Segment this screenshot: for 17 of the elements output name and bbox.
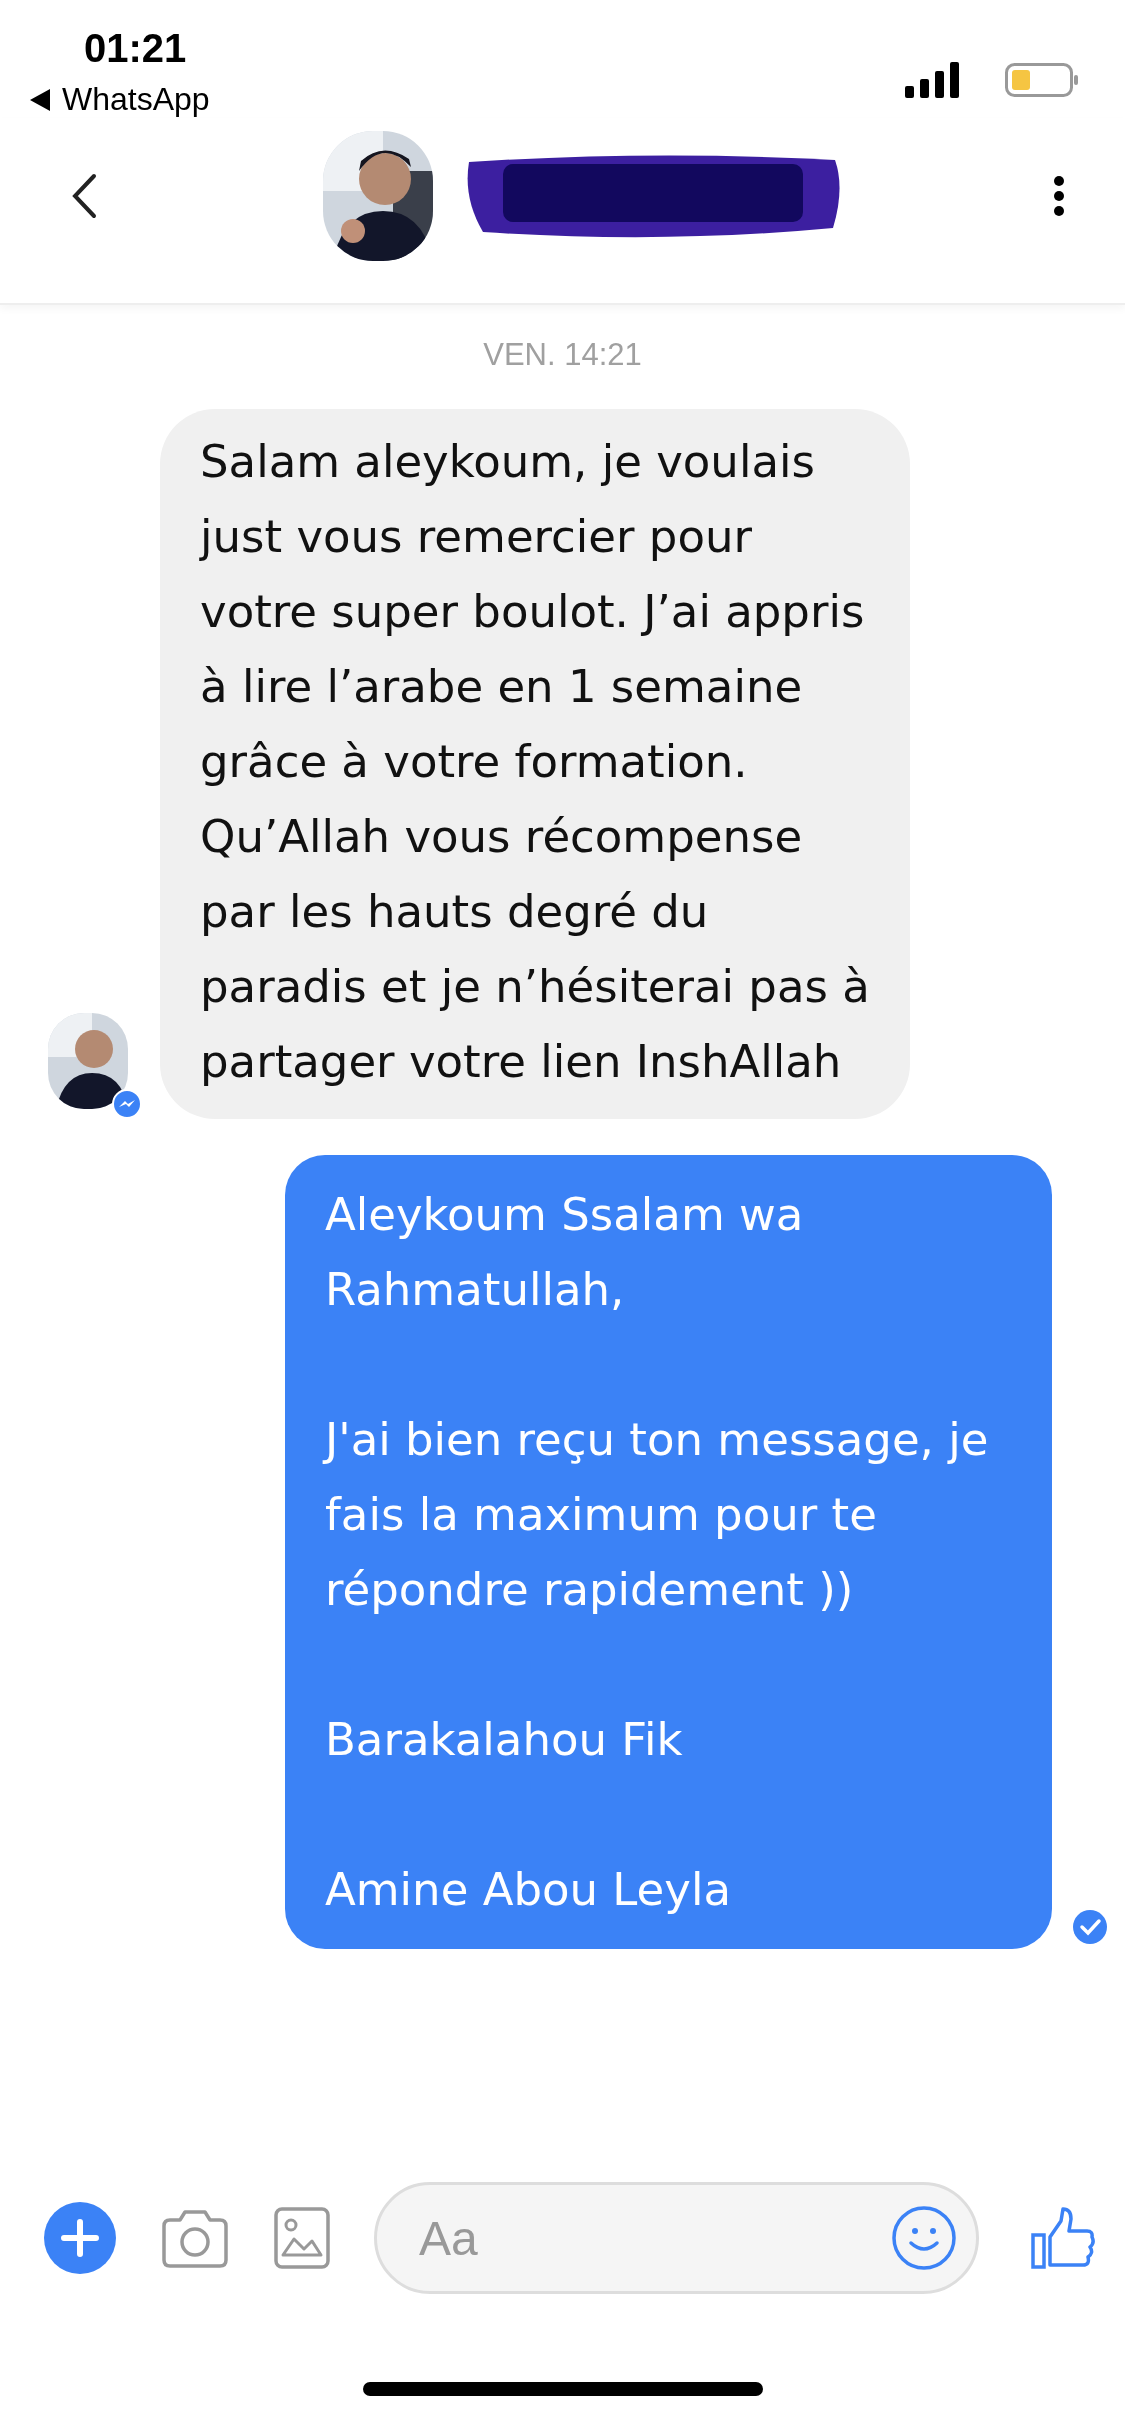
outgoing-message: Aleykoum Ssalam wa Rahmatullah, J'ai bien reçu ton message, je fais la maximum pour te répondre rapidement )) Barakalahou Fik Amine Abou Leyla [285,1155,1052,1949]
back-to-app-link[interactable]: WhatsApp [62,81,210,118]
more-options-icon[interactable] [1053,175,1065,216]
messenger-badge-icon [112,1089,142,1119]
message-input[interactable]: Aa [374,2182,979,2294]
emoji-icon[interactable] [891,2205,957,2271]
incoming-message: Salam aleykoum, je voulais just vous remercier pour votre super boulot. J’ai appris à lire l’arabe en 1 semaine grâce à votre formation. Qu’Allah vous récompense par les hauts degré du paradis et je n’hésiterai pas à partager votre lien InshAllah [160,409,910,1119]
add-icon[interactable] [44,2202,116,2274]
status-time: 01:21 [84,26,187,71]
day-timestamp: VEN. 14:21 [482,337,643,373]
back-icon[interactable] [70,171,98,220]
like-icon[interactable] [1031,2207,1095,2269]
signal-icon [905,62,961,98]
camera-icon[interactable] [160,2208,230,2268]
image-icon[interactable] [274,2207,330,2269]
back-triangle-icon[interactable] [30,88,50,111]
battery-icon [1005,63,1079,97]
